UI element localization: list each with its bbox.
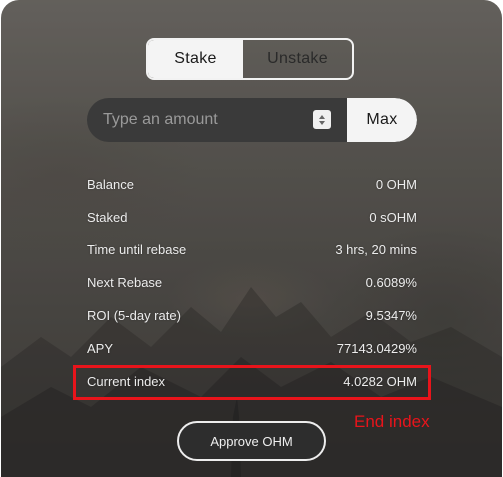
stat-row-balance: Balance 0 OHM — [87, 168, 417, 201]
amount-input[interactable] — [103, 98, 303, 142]
stat-value: 0 sOHM — [369, 209, 417, 225]
stake-stats-list: Balance 0 OHM Staked 0 sOHM Time until r… — [87, 168, 417, 398]
max-button[interactable]: Max — [347, 98, 417, 142]
stat-label: Next Rebase — [87, 275, 163, 291]
stat-value: 0.6089% — [365, 275, 417, 291]
stat-value: 0 OHM — [375, 176, 417, 192]
current-index-highlight — [73, 365, 431, 400]
stat-row-apy: APY 77143.0429% — [87, 332, 417, 365]
stat-row-roi: ROI (5-day rate) 9.5347% — [87, 299, 417, 332]
stat-label: ROI (5-day rate) — [87, 308, 181, 324]
stepper-down-icon[interactable] — [319, 120, 325, 125]
stat-label: Balance — [87, 176, 134, 192]
stepper-up-icon[interactable] — [319, 114, 325, 119]
stat-row-next-rebase: Next Rebase 0.6089% — [87, 266, 417, 299]
stake-card: Stake Unstake Max Balance 0 OHM Staked 0… — [1, 0, 502, 477]
stat-value: 9.5347% — [365, 308, 417, 324]
tab-unstake[interactable]: Unstake — [243, 40, 352, 78]
stat-value: 77143.0429% — [336, 340, 417, 356]
end-index-annotation: End index — [354, 412, 430, 431]
stat-value: 3 hrs, 20 mins — [335, 242, 417, 258]
stat-label: Time until rebase — [87, 242, 187, 258]
approve-ohm-button[interactable]: Approve OHM — [177, 421, 326, 461]
stat-label: Staked — [87, 209, 128, 225]
stake-unstake-toggle: Stake Unstake — [146, 38, 354, 80]
tab-stake[interactable]: Stake — [148, 40, 243, 78]
stat-label: APY — [87, 340, 114, 356]
number-stepper[interactable] — [313, 110, 331, 129]
amount-input-group: Max — [87, 98, 417, 142]
stat-row-time-until-rebase: Time until rebase 3 hrs, 20 mins — [87, 234, 417, 267]
stat-row-staked: Staked 0 sOHM — [87, 201, 417, 234]
